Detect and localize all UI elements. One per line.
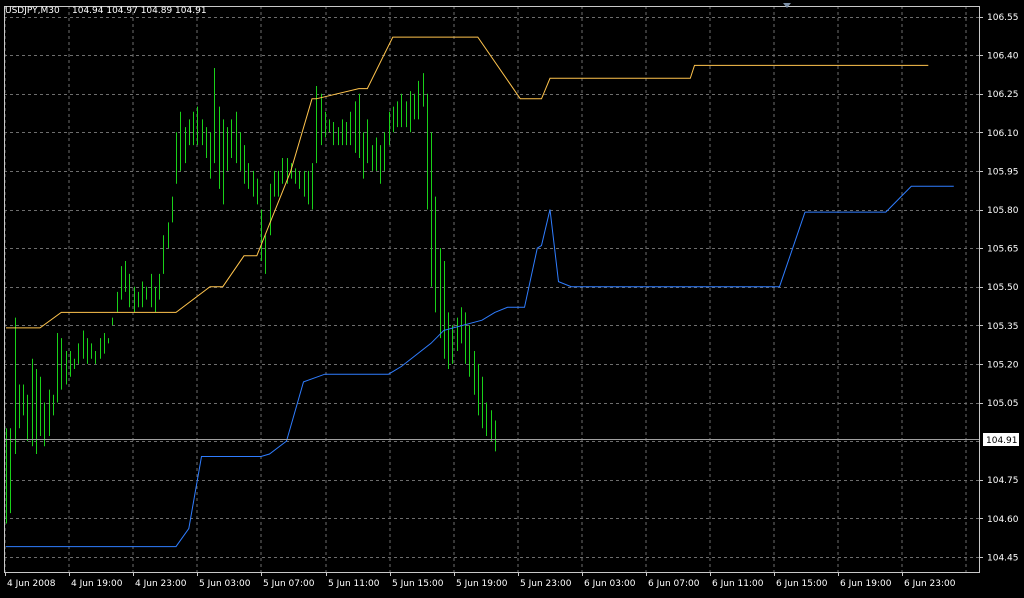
y-tick-label: 106.25 <box>987 90 1019 100</box>
x-tick-label: 5 Jun 07:00 <box>263 579 315 589</box>
x-tick-label: 6 Jun 07:00 <box>648 579 700 589</box>
x-tick-label: 6 Jun 23:00 <box>904 579 956 589</box>
quote-label: 104.94 104.97 104.89 104.91 <box>72 6 207 16</box>
y-tick-label: 106.10 <box>987 129 1019 139</box>
x-tick-label: 5 Jun 15:00 <box>392 579 444 589</box>
price-tag: 104.91 <box>983 433 1019 446</box>
x-tick-label: 5 Jun 19:00 <box>456 579 508 589</box>
y-tick-label: 104.45 <box>987 553 1019 563</box>
x-tick-label: 4 Jun 2008 <box>7 579 56 589</box>
x-tick-label: 5 Jun 03:00 <box>199 579 251 589</box>
y-tick-label: 105.05 <box>987 399 1019 409</box>
symbol-label: USDJPY,M30 <box>5 6 60 16</box>
y-tick-label: 106.55 <box>987 13 1019 23</box>
x-tick-label: 6 Jun 19:00 <box>840 579 892 589</box>
chart-canvas[interactable]: 106.55 106.40 106.25 106.10 105.95 105.80 105.… <box>0 0 1024 594</box>
y-tick-label: 105.80 <box>987 206 1019 216</box>
price-chart[interactable]: 106.55 106.40 106.25 106.10 105.95 105.80 105.… <box>0 0 1024 594</box>
x-tick-label: 4 Jun 19:00 <box>71 579 123 589</box>
x-tick-label: 6 Jun 15:00 <box>776 579 828 589</box>
y-tick-label: 105.65 <box>987 245 1019 255</box>
chart-background <box>0 0 1024 594</box>
x-tick-label: 5 Jun 11:00 <box>328 579 380 589</box>
x-tick-label: 6 Jun 03:00 <box>584 579 636 589</box>
y-tick-label: 105.95 <box>987 167 1019 177</box>
y-tick-label: 104.75 <box>987 476 1019 486</box>
y-tick-label: 105.20 <box>987 360 1019 370</box>
x-tick-label: 6 Jun 11:00 <box>712 579 764 589</box>
y-tick-label: 104.60 <box>987 515 1019 525</box>
x-tick-label: 5 Jun 23:00 <box>520 579 572 589</box>
y-tick-label: 105.35 <box>987 322 1019 332</box>
y-tick-label: 106.40 <box>987 52 1019 62</box>
chart-header: USDJPY,M30 104.94 104.97 104.89 104.91 <box>5 6 207 16</box>
x-tick-label: 4 Jun 23:00 <box>135 579 187 589</box>
price-tag-label: 104.91 <box>986 436 1018 446</box>
y-tick-label: 105.50 <box>987 283 1019 293</box>
